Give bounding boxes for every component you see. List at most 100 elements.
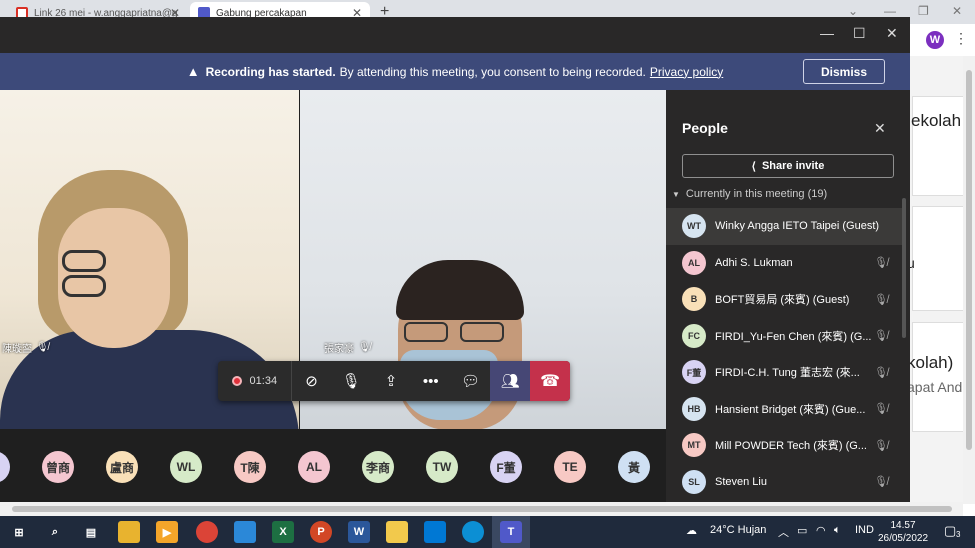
record-icon: [231, 376, 242, 386]
windows-start-icon[interactable]: ⊞: [8, 521, 30, 543]
participant-name: Hansient Bridget (來賓) (Gue...: [715, 403, 866, 416]
participant-avatar[interactable]: F董: [490, 451, 522, 483]
privacy-policy-link[interactable]: Privacy policy: [650, 65, 723, 79]
search-icon[interactable]: ⌕: [44, 521, 66, 543]
notification-count: 3: [956, 530, 961, 539]
participants-button[interactable]: 👥︎: [490, 361, 531, 401]
store-icon[interactable]: [424, 521, 446, 543]
participant-name: Steven Liu: [715, 475, 767, 488]
participant-avatar-strip: 曾商 盧商 WL T陳 AL 李商 TW F董 TE 黃: [0, 445, 666, 489]
background-text: apat And: [908, 379, 963, 395]
mic-off-button[interactable]: 🎙︎: [331, 361, 371, 401]
scrollbar-thumb[interactable]: [12, 506, 952, 512]
battery-icon[interactable]: ▭: [797, 524, 807, 537]
banner-title: Recording has started.: [205, 64, 336, 79]
participant-row[interactable]: F董 FIRDI-C.H. Tung 董志宏 (來... 🎙︎̸: [666, 354, 902, 391]
file-explorer-icon[interactable]: [118, 521, 140, 543]
background-text: kolah): [908, 353, 954, 372]
participant-row[interactable]: B BOFT貿易局 (來賓) (Guest) 🎙︎̸: [666, 281, 902, 318]
language-indicator[interactable]: IND: [855, 524, 874, 536]
recording-banner: ▲ Recording has started. By attending th…: [0, 53, 910, 90]
participant-row[interactable]: WT Winky Angga IETO Taipei (Guest): [666, 208, 902, 245]
participant-row[interactable]: FC FIRDI_Yu-Fen Chen (來賓) (G... 🎙︎̸: [666, 318, 902, 355]
chrome-icon[interactable]: [196, 521, 218, 543]
participant-row[interactable]: SL Steven Liu 🎙︎̸: [666, 464, 902, 501]
participant-avatar[interactable]: T陳: [234, 451, 266, 483]
mic-off-icon: 🎙︎̸: [874, 257, 888, 270]
notifications-icon[interactable]: ▢: [944, 523, 956, 539]
participant-name: FIRDI-C.H. Tung 董志宏 (來...: [715, 367, 860, 380]
leave-call-button[interactable]: ☎︎: [530, 361, 570, 401]
participant-avatar[interactable]: 李商: [362, 451, 394, 483]
teams-icon[interactable]: T: [500, 521, 522, 543]
participant-row[interactable]: MT Mill POWDER Tech (來賓) (G... 🎙︎̸: [666, 427, 902, 464]
mic-off-icon: 🎙︎̸: [874, 403, 888, 416]
camera-off-icon: ⊘: [305, 373, 318, 390]
edge-icon[interactable]: [462, 521, 484, 543]
participant-name: Winky Angga IETO Taipei (Guest): [715, 220, 880, 233]
more-actions-button[interactable]: •••: [411, 361, 451, 401]
panel-scrollbar[interactable]: [902, 198, 906, 338]
wifi-icon[interactable]: ◠: [816, 524, 826, 537]
chat-button[interactable]: 💬︎: [451, 361, 491, 401]
mic-off-icon: 🎙︎̸: [36, 342, 49, 353]
participant-avatar: MT: [682, 433, 706, 458]
vertical-scrollbar[interactable]: [963, 56, 975, 504]
participant-avatar[interactable]: [0, 451, 10, 483]
participant-avatar[interactable]: TW: [426, 451, 458, 483]
caret-down-icon: ▼: [672, 189, 680, 199]
minimize-icon[interactable]: —: [884, 4, 896, 18]
participant-avatar[interactable]: WL: [170, 451, 202, 483]
weather-icon[interactable]: ☁: [686, 524, 697, 537]
participant-avatar: F董: [682, 360, 706, 385]
participant-avatar[interactable]: AL: [298, 451, 330, 483]
horizontal-scrollbar[interactable]: [0, 502, 963, 516]
share-screen-button[interactable]: ⇪: [371, 361, 411, 401]
chevron-up-icon[interactable]: ︿: [778, 524, 789, 540]
meeting-section-header[interactable]: ▼ Currently in this meeting (19): [672, 188, 827, 200]
participant-avatar: B: [682, 287, 706, 312]
section-label: Currently in this meeting (19): [685, 188, 828, 200]
participant-name: BOFT貿易局 (來賓) (Guest): [715, 294, 850, 307]
close-icon[interactable]: ✕: [886, 25, 898, 42]
mic-off-icon: 🎙︎̸: [874, 366, 888, 379]
mic-off-icon: 🎙︎̸: [358, 342, 371, 353]
powerpoint-icon[interactable]: P: [310, 521, 332, 543]
dismiss-button[interactable]: Dismiss: [803, 59, 885, 84]
clock[interactable]: 14.57 26/05/2022: [875, 519, 931, 545]
clock-time: 14.57: [890, 520, 916, 531]
participant-avatar[interactable]: TE: [554, 451, 586, 483]
profile-avatar[interactable]: W: [926, 31, 944, 49]
restore-icon[interactable]: ❐: [918, 4, 929, 18]
camera-off-button[interactable]: ⊘: [292, 361, 332, 401]
tab-search-icon[interactable]: ⌄: [848, 4, 858, 18]
teams-meeting-window: — ☐ ✕ ▲ Recording has started. By attend…: [0, 17, 910, 502]
minimize-icon[interactable]: —: [820, 25, 834, 41]
share-screen-icon: ⇪: [384, 373, 398, 390]
task-view-icon[interactable]: ▤: [80, 521, 102, 543]
word-icon[interactable]: W: [348, 521, 370, 543]
kebab-menu-icon[interactable]: ⋮: [954, 30, 968, 47]
participant-row[interactable]: AL Adhi S. Lukman 🎙︎̸: [666, 245, 902, 282]
participant-avatar[interactable]: 黃: [618, 451, 650, 483]
close-icon[interactable]: ✕: [874, 120, 886, 137]
hang-up-icon: ☎︎: [540, 373, 561, 390]
volume-icon[interactable]: 🔈︎: [834, 524, 841, 537]
sticky-notes-icon[interactable]: [386, 521, 408, 543]
excel-icon[interactable]: X: [272, 521, 294, 543]
participant-avatar[interactable]: 曾商: [42, 451, 74, 483]
media-player-icon[interactable]: ▶: [156, 521, 178, 543]
maximize-icon[interactable]: ☐: [853, 25, 866, 42]
close-icon[interactable]: ✕: [952, 4, 962, 18]
mic-off-icon: 🎙︎: [341, 373, 361, 390]
share-invite-button[interactable]: ⟨ Share invite: [682, 154, 894, 178]
weather-text[interactable]: 24°C Hujan: [710, 524, 766, 536]
app-icon[interactable]: [234, 521, 256, 543]
participant-name: FIRDI_Yu-Fen Chen (來賓) (G...: [715, 330, 872, 343]
participant-row[interactable]: HB Hansient Bridget (來賓) (Gue... 🎙︎̸: [666, 391, 902, 428]
scrollbar-thumb[interactable]: [966, 70, 972, 450]
participant-avatar[interactable]: 盧商: [106, 451, 138, 483]
participant-name: Mill POWDER Tech (來賓) (G...: [715, 440, 867, 453]
participant-avatar: SL: [682, 469, 706, 494]
window-title-bar: — ☐ ✕: [0, 17, 910, 53]
